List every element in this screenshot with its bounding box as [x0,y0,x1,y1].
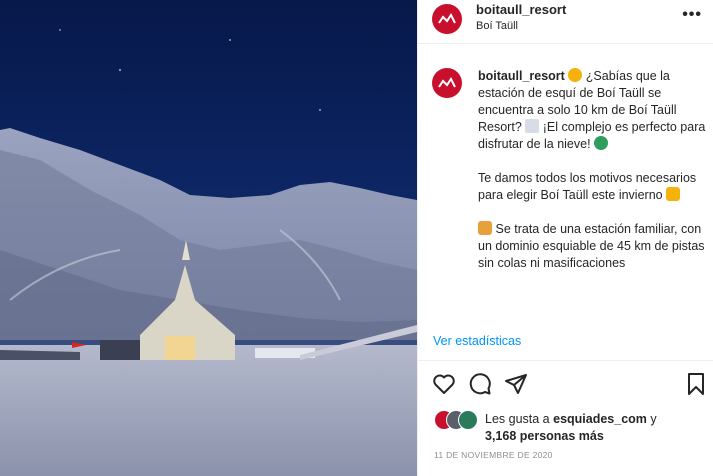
more-icon[interactable]: ••• [682,6,702,24]
family-icon [478,221,492,235]
action-bar [418,370,713,400]
likes-count[interactable]: 3,168 personas más [485,429,604,443]
caption-username[interactable]: boitaull_resort [478,69,565,83]
avatar[interactable] [432,4,462,34]
pointing-hand-icon [666,187,681,201]
heart-icon[interactable] [432,372,456,396]
logo-mountain-icon [438,77,456,88]
post-header: boitaull_resort Boí Taüll ••• [418,0,713,44]
liker-avatars [434,410,480,430]
view-insights-link[interactable]: Ver estadísticas [433,334,521,348]
likes-user[interactable]: esquiades_com [553,412,647,426]
likes-prefix: Les gusta a [485,412,550,426]
post-photo[interactable] [0,0,417,476]
post-location[interactable]: Boí Taüll [476,20,518,32]
skier-icon [594,136,609,150]
share-icon[interactable] [504,372,528,396]
caption-text: boitaull_resort ¿Sabías que la estación … [478,68,706,289]
post-side-panel: boitaull_resort Boí Taüll ••• boitaull_r… [417,0,713,476]
logo-mountain-icon [438,13,456,24]
bookmark-icon[interactable] [684,372,708,396]
post-date[interactable]: 11 DE NOVIEMBRE DE 2020 [434,450,553,460]
comment-icon[interactable] [468,372,492,396]
thinking-face-icon [568,68,583,82]
hotel-icon [525,119,540,133]
likes-text: Les gusta a esquiades_com y 3,168 person… [485,411,705,445]
post-username[interactable]: boitaull_resort [476,2,566,17]
caption-p2: Te damos todos los motivos necesarios pa… [478,171,697,202]
likes-suffix: y [646,412,657,426]
mountain-chapel-photo [0,0,417,476]
avatar[interactable] [458,410,478,430]
divider [418,360,713,361]
caption-avatar[interactable] [432,68,462,98]
caption-p3: Se trata de una estación familiar, con u… [478,222,705,270]
